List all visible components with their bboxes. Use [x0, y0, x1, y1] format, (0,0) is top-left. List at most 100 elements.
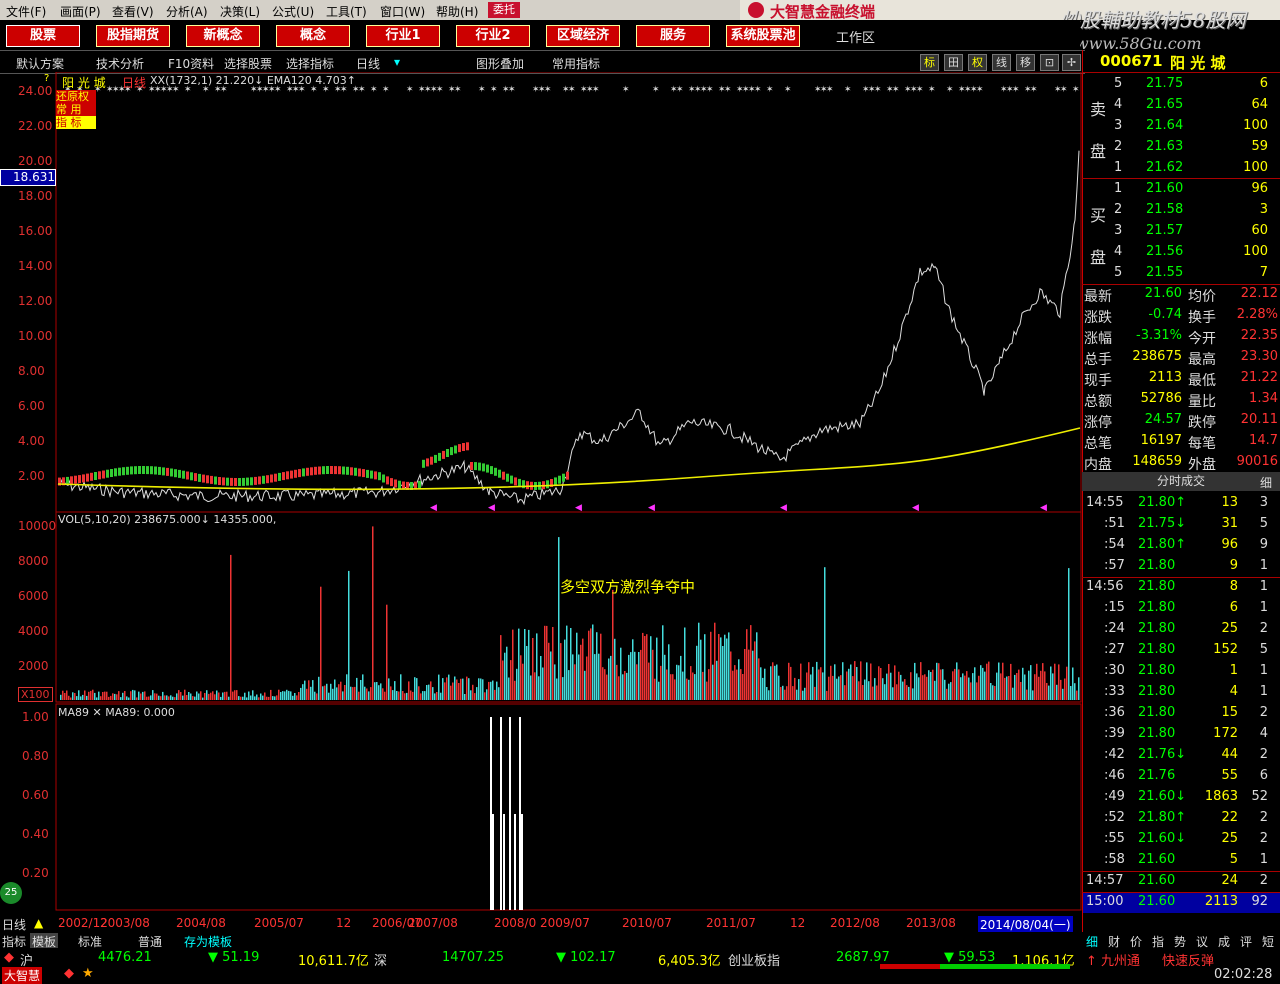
tick-time: :49	[1104, 789, 1125, 804]
candle	[390, 478, 393, 487]
volume-bar	[808, 662, 810, 700]
buy-price[interactable]: 21.55	[1146, 265, 1183, 280]
menu-screen[interactable]: 画面(P)	[60, 3, 101, 20]
buy-price[interactable]: 21.57	[1146, 223, 1183, 238]
side-menu-restore[interactable]: 还原权	[56, 90, 96, 103]
volume-bar	[428, 684, 430, 700]
toolbar-rights-button[interactable]: 权	[968, 54, 987, 71]
news-headline[interactable]: 快速反弹	[1162, 950, 1214, 969]
category-regional[interactable]: 区域经济	[546, 25, 620, 47]
sell-price[interactable]: 21.63	[1146, 139, 1183, 154]
toolbar-line-button[interactable]: 线	[992, 54, 1011, 71]
volume-bar	[928, 670, 930, 700]
volume-bar	[486, 689, 488, 700]
menu-view[interactable]: 查看(V)	[112, 3, 154, 20]
volume-bar	[104, 691, 106, 700]
volume-bar	[216, 690, 218, 700]
price-axis-label: 24.00	[18, 84, 53, 98]
tick-volume: 13	[1221, 495, 1238, 510]
toolbar-technical[interactable]: 技术分析	[96, 55, 144, 72]
menu-decision[interactable]: 决策(L)	[220, 3, 260, 20]
tick-price: 21.80	[1138, 579, 1176, 594]
volume-bar	[304, 680, 306, 700]
volume-bar	[604, 669, 606, 700]
signal-mark: ✶	[826, 85, 834, 95]
menu-window[interactable]: 窗口(W)	[380, 3, 425, 20]
entrust-button[interactable]: 委托	[488, 2, 520, 18]
signal-arrow: ◀	[430, 503, 437, 513]
buy-price[interactable]: 21.60	[1146, 181, 1183, 196]
side-menu-indicator[interactable]: 指 标	[56, 116, 96, 129]
toolbar-f10[interactable]: F10资料	[168, 55, 214, 72]
volume-bar	[100, 696, 102, 700]
signal-mark: ✶	[928, 85, 936, 95]
detail-tab[interactable]: 细	[1260, 474, 1272, 491]
sell-price[interactable]: 21.65	[1146, 97, 1183, 112]
tick-count: 1	[1259, 684, 1268, 699]
toolbar-common-indicator[interactable]: 常用指标	[552, 55, 600, 72]
category-new-concept[interactable]: 新概念	[186, 25, 260, 47]
buy-price[interactable]: 21.58	[1146, 202, 1183, 217]
menu-file[interactable]: 文件(F)	[6, 3, 46, 20]
menu-tools[interactable]: 工具(T)	[326, 3, 367, 20]
volume-bar	[266, 696, 268, 700]
sell-price[interactable]: 21.64	[1146, 118, 1183, 133]
sell-price[interactable]: 21.75	[1146, 76, 1183, 91]
star-icon[interactable]: ★	[82, 966, 94, 981]
candle	[94, 472, 97, 480]
toolbar-overlay[interactable]: 图形叠加	[476, 55, 524, 72]
volume-bar	[832, 675, 834, 700]
volume-bar	[530, 675, 532, 700]
category-industry2[interactable]: 行业2	[456, 25, 530, 47]
chevron-down-icon[interactable]: ▾	[394, 55, 400, 69]
toolbar-move-button[interactable]: 移	[1016, 54, 1035, 71]
signal-mark: ✶	[454, 85, 462, 95]
float-badge-icon[interactable]: 25	[0, 882, 22, 904]
sell-price[interactable]: 21.62	[1146, 160, 1183, 175]
category-services[interactable]: 服务	[636, 25, 710, 47]
volume-bar	[456, 679, 458, 700]
toolbar-default-scheme[interactable]: 默认方案	[16, 55, 64, 72]
toolbar-window-button[interactable]: ⊡	[1040, 54, 1059, 71]
toolbar-select-indicator[interactable]: 选择指标	[286, 55, 334, 72]
toolbar-period[interactable]: 日线	[356, 55, 380, 72]
ticks-title[interactable]: 分时成交	[1082, 472, 1280, 491]
volume-bar	[376, 682, 378, 700]
news-stock[interactable]: ↑ 九州通	[1086, 950, 1140, 969]
signal-mark: ✶	[406, 85, 414, 95]
price-axis-label: 4.00	[18, 434, 45, 448]
volume-bar	[662, 625, 664, 700]
menu-help[interactable]: 帮助(H)	[436, 3, 478, 20]
volume-bar	[176, 693, 178, 700]
category-index-futures[interactable]: 股指期货	[96, 25, 170, 47]
volume-bar	[512, 629, 514, 700]
signal-arrow: ◀	[912, 503, 919, 513]
workarea-label[interactable]: 工作区	[836, 27, 875, 46]
volume-bar	[700, 639, 702, 700]
volume-bar	[482, 679, 484, 700]
toolbar-cross-button[interactable]: ✢	[1062, 54, 1081, 71]
candle	[170, 468, 173, 477]
buy-price[interactable]: 21.56	[1146, 244, 1183, 259]
help-icon[interactable]: ?	[44, 73, 49, 84]
toolbar-select-stock[interactable]: 选择股票	[224, 55, 272, 72]
bell-icon[interactable]: ◆	[64, 966, 74, 981]
toolbar-grid-button[interactable]: 田	[944, 54, 963, 71]
category-stocks[interactable]: 股票	[6, 25, 80, 47]
category-concept[interactable]: 概念	[276, 25, 350, 47]
volume-bar	[1046, 683, 1048, 700]
category-system-pool[interactable]: 系统股票池	[726, 25, 800, 47]
side-menu[interactable]: 还原权 常 用 指 标	[56, 90, 96, 129]
category-industry1[interactable]: 行业1	[366, 25, 440, 47]
volume-bar	[418, 686, 420, 700]
volume-bar	[334, 679, 336, 700]
tick-price: 21.60	[1138, 873, 1176, 888]
volume-bar	[506, 646, 508, 700]
volume-bar	[766, 687, 768, 700]
side-menu-common[interactable]: 常 用	[56, 103, 96, 116]
kline-chart[interactable]: ✶ ✶✶✶✶ ✶ ✶✶✶✶✶ ✶ ✶ ✶✶ ✶✶✶✶✶ ✶✶✶ ✶ ✶ ✶✶ ✶✶ ✶ ✶ ✶ ✶✶✶✶ ✶✶ ✶ ✶…	[0, 72, 1082, 932]
toolbar-mark-button[interactable]: 标	[920, 54, 939, 71]
stat-value: 24.57	[1144, 412, 1182, 427]
menu-analysis[interactable]: 分析(A)	[166, 3, 208, 20]
menu-formula[interactable]: 公式(U)	[272, 3, 314, 20]
